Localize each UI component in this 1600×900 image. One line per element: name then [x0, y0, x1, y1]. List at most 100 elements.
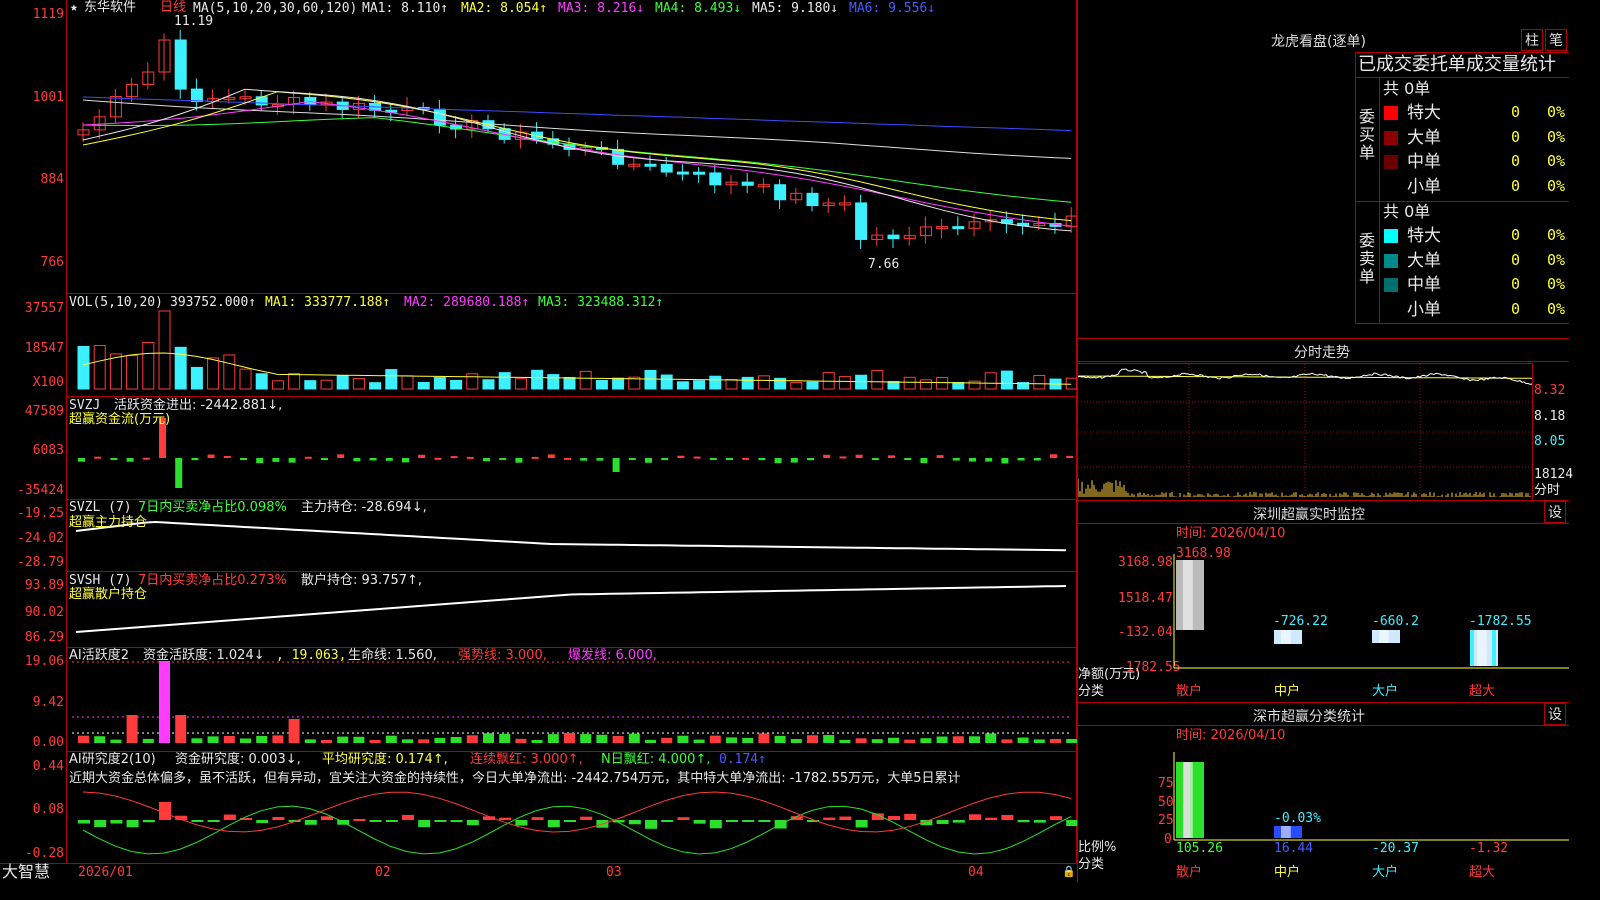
research-bar: [304, 820, 317, 825]
flow-bar: [1050, 454, 1057, 458]
lock-icon[interactable]: 🔒: [1062, 864, 1076, 879]
retail-hold-line: [75, 585, 1067, 633]
longhu-row-label: 中单: [1407, 152, 1441, 172]
monitor-settings-button[interactable]: 设: [1544, 501, 1566, 523]
flow-bar: [272, 458, 280, 462]
volume-bar: [401, 375, 414, 390]
vol-ma1: MA1: 333777.188↑: [265, 295, 391, 310]
svzj-title: SVZJ: [69, 398, 101, 413]
flow-bar: [385, 458, 393, 461]
candle: [806, 192, 819, 207]
volume-bar: [531, 369, 544, 390]
candle: [644, 163, 657, 167]
research-bar: [402, 814, 414, 820]
main-chart-area[interactable]: ★ 东华软件 日线 MA(5,10,20,30,60,120) MA1: 8.1…: [0, 0, 1077, 882]
longhu-row-label: 中单: [1407, 275, 1441, 295]
flow-bar: [969, 458, 976, 462]
longhu-row: 小单 0 0%: [1381, 299, 1569, 321]
activity-bar: [645, 739, 656, 743]
svzl-axis-label: -28.79: [17, 555, 64, 570]
legend-swatch-icon: [1384, 229, 1398, 243]
research-bar: [709, 820, 722, 829]
svzj-axis-label: -35424: [17, 483, 64, 498]
activity-bar: [742, 737, 754, 743]
volume-bar: [514, 378, 527, 390]
candle: [741, 181, 754, 186]
longhu-row-count: 0: [1511, 226, 1521, 244]
flow-bar: [645, 458, 652, 463]
candle: [660, 163, 673, 173]
classify-small-label: -0.03%: [1274, 811, 1321, 826]
candle: [887, 234, 900, 240]
flow-bar: [466, 456, 474, 459]
activity-bar: [888, 737, 899, 743]
price-axis-label: 1001: [32, 90, 64, 105]
flow-bar: [240, 458, 247, 460]
longhu-row-pct: 0%: [1547, 250, 1566, 269]
monitor-bar-value: 3168.98: [1176, 546, 1231, 561]
activity-bar: [110, 739, 122, 743]
price-axis-label: 884: [40, 172, 64, 187]
longhu-subtitle: 已成交委托单成交量统计: [1358, 54, 1556, 75]
monitor-bar-value: -660.2: [1372, 614, 1419, 629]
volume-bar: [725, 378, 738, 390]
favorite-star-icon[interactable]: ★: [70, 0, 78, 15]
candle: [174, 39, 187, 90]
flow-bar: [94, 456, 102, 459]
flow-bar: [612, 458, 620, 472]
longhu-row: 中单 0 0%: [1381, 274, 1569, 296]
activity-bar: [709, 735, 721, 743]
volume-bar: [547, 374, 560, 390]
longhu-row-pct: 0%: [1547, 299, 1566, 318]
vol-ma2: MA2: 289680.188↑: [404, 295, 530, 310]
fenshi-axis-label: 8.05: [1534, 434, 1566, 449]
activity-bar: [1066, 738, 1077, 743]
flow-bar: [823, 454, 831, 458]
activity-bar: [353, 736, 365, 743]
ma4-value: MA4: 8.493↓: [655, 1, 742, 16]
research-bar: [645, 820, 657, 829]
right-sidebar: 龙虎看盘(逐单) 柱 笔 已成交委托单成交量统计 委买单 委卖单 共 0单 共 …: [1077, 0, 1573, 882]
flow-bar: [418, 454, 426, 458]
volume-bar: [288, 373, 301, 390]
volume-bar: [1000, 370, 1013, 390]
flow-bar: [78, 458, 85, 462]
volume-bar: [466, 373, 479, 390]
flow-bar: [304, 456, 312, 459]
fenshi-axis-label: 8.18: [1534, 409, 1566, 424]
flow-bar: [661, 458, 669, 461]
candle: [709, 172, 722, 186]
svzl-axis-label: -24.02: [17, 531, 64, 546]
activity-bar: [272, 735, 284, 743]
flow-bar: [337, 454, 345, 458]
date-label: 03: [606, 865, 622, 880]
research-bar: [969, 814, 981, 820]
bar-mode-button[interactable]: 柱: [1521, 29, 1543, 51]
research-bar: [628, 820, 641, 825]
monitor-category: 中户: [1274, 684, 1301, 699]
activity-bar: [450, 736, 462, 743]
activity-bar: [580, 734, 592, 743]
activity-bar: [904, 739, 916, 743]
research-bar: [159, 802, 171, 820]
flow-bar: [110, 458, 118, 460]
tick-mode-button[interactable]: 笔: [1545, 29, 1567, 51]
period-label[interactable]: 日线: [160, 0, 186, 15]
date-axis-bar[interactable]: [0, 863, 1077, 883]
research-bar: [547, 820, 560, 828]
research-bar: [1050, 816, 1062, 820]
flow-bar: [709, 458, 717, 460]
classify-svg: [1173, 752, 1569, 841]
volume-bar: [595, 380, 608, 390]
svzj-axis-label: 6083: [32, 443, 64, 458]
volume-bar: [660, 374, 673, 390]
candle: [433, 108, 446, 126]
svzl-main-hold: 主力持仓: -28.694↓,: [301, 500, 427, 515]
research-bar: [1017, 820, 1030, 823]
ai-research-axis-label: 0.08: [32, 802, 64, 817]
legend-swatch-icon: [1384, 130, 1398, 145]
flow-bar: [758, 458, 766, 461]
activity-bar: [807, 735, 818, 743]
research-bar: [742, 820, 755, 822]
flow-bar: [693, 456, 701, 459]
